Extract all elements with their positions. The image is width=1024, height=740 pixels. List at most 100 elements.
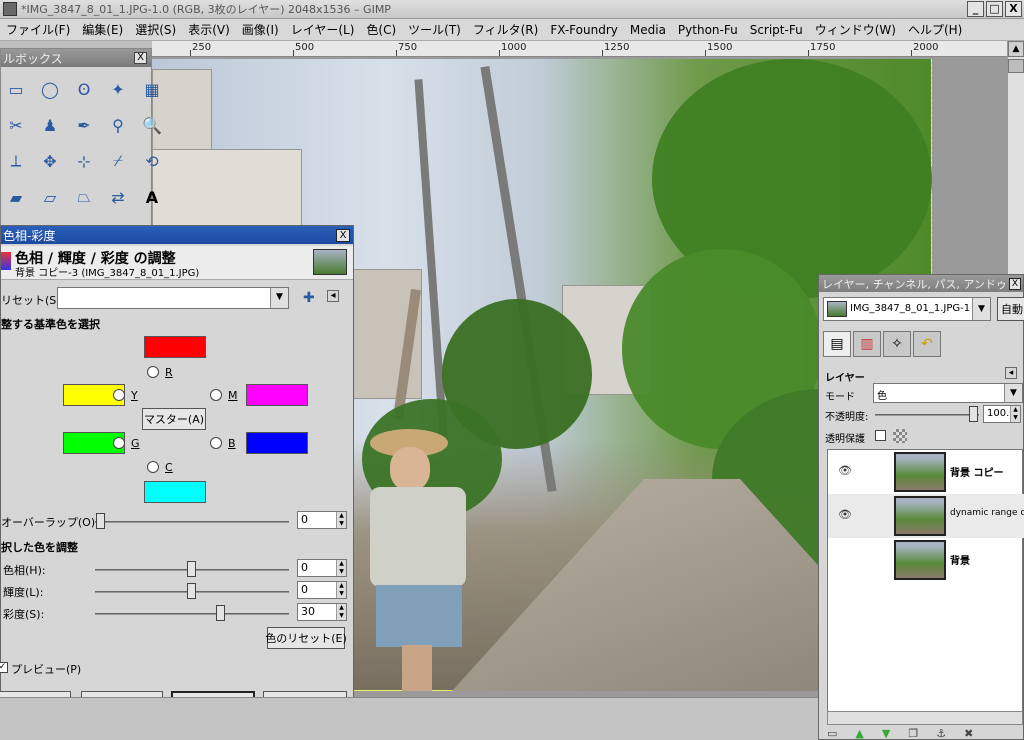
- menu-filters[interactable]: フィルタ(R): [467, 21, 544, 38]
- tab-layers[interactable]: ▤: [823, 331, 851, 357]
- layer-row[interactable]: 👁 背景 コピー: [828, 450, 1024, 494]
- overlap-spinner[interactable]: 0 ▲ ▼: [297, 511, 347, 529]
- layer-row[interactable]: 背景: [828, 538, 1024, 582]
- paths-icon[interactable]: ✒: [69, 109, 99, 141]
- scale-icon[interactable]: ▰: [1, 181, 31, 213]
- opacity-spinner[interactable]: 100.0 ▲ ▼: [983, 405, 1021, 423]
- menu-select[interactable]: 選択(S): [129, 21, 182, 38]
- menu-layer[interactable]: レイヤー(L): [285, 21, 361, 38]
- radio-green[interactable]: [113, 437, 125, 449]
- scroll-up-icon[interactable]: ▲: [1008, 41, 1024, 57]
- rotate-icon[interactable]: ⟲: [137, 145, 167, 177]
- lightness-knob[interactable]: [187, 583, 196, 599]
- menu-file[interactable]: ファイル(F): [0, 21, 76, 38]
- layers-close-icon[interactable]: X: [1009, 277, 1021, 290]
- spin-arrows-icon[interactable]: ▲ ▼: [336, 604, 346, 620]
- menu-python-fu[interactable]: Python-Fu: [672, 23, 744, 37]
- anchor-layer-icon[interactable]: ⚓: [936, 727, 946, 740]
- spin-arrows-icon[interactable]: ▲ ▼: [336, 582, 346, 598]
- shear-icon[interactable]: ▱: [35, 181, 65, 213]
- radio-red[interactable]: [147, 366, 159, 378]
- duplicate-layer-icon[interactable]: ❐: [908, 727, 918, 740]
- crop-icon[interactable]: ⌿: [103, 145, 133, 177]
- menu-script-fu[interactable]: Script-Fu: [744, 23, 809, 37]
- tab-paths[interactable]: ✧: [883, 331, 911, 357]
- opacity-knob[interactable]: [969, 406, 978, 422]
- radio-magenta[interactable]: [210, 389, 222, 401]
- radio-cyan[interactable]: [147, 461, 159, 473]
- preset-combo[interactable]: ▼: [57, 287, 289, 309]
- saturation-spinner[interactable]: 30 ▲ ▼: [297, 603, 347, 621]
- menu-colors[interactable]: 色(C): [360, 21, 402, 38]
- layer-row[interactable]: 👁 dynamic range co: [828, 494, 1024, 538]
- chevron-down-icon[interactable]: ▼: [1004, 384, 1022, 402]
- lock-alpha-checkbox[interactable]: [875, 430, 886, 441]
- auto-button[interactable]: 自動: [997, 297, 1024, 321]
- new-layer-icon[interactable]: ▭: [827, 727, 837, 740]
- spin-arrows-icon[interactable]: ▲ ▼: [336, 512, 346, 528]
- perspective-icon[interactable]: ⏢: [69, 181, 99, 213]
- preset-menu-icon[interactable]: ◂: [327, 290, 339, 302]
- menu-tools[interactable]: ツール(T): [402, 21, 467, 38]
- foreground-select-icon[interactable]: ♟: [35, 109, 65, 141]
- layers-hscrollbar[interactable]: [827, 711, 1023, 725]
- scroll-thumb[interactable]: [1008, 59, 1024, 73]
- mode-combo[interactable]: 色 ▼: [873, 383, 1023, 403]
- menu-image[interactable]: 画像(I): [236, 21, 285, 38]
- dialog-close-icon[interactable]: X: [336, 228, 350, 242]
- menu-media[interactable]: Media: [624, 23, 672, 37]
- minimize-button[interactable]: _: [967, 1, 984, 17]
- maximize-button[interactable]: □: [986, 1, 1003, 17]
- toolbox-close-icon[interactable]: X: [134, 52, 147, 64]
- layers-list[interactable]: 👁 背景 コピー 👁 dynamic range co 背景: [827, 449, 1024, 723]
- text-icon[interactable]: A: [137, 181, 167, 213]
- close-button[interactable]: X: [1005, 1, 1022, 17]
- chevron-down-icon[interactable]: ▼: [972, 298, 990, 320]
- saturation-slider[interactable]: [95, 613, 289, 615]
- color-select-icon[interactable]: ▦: [137, 73, 167, 105]
- zoom-icon[interactable]: 🔍: [137, 109, 167, 141]
- spin-arrows-icon[interactable]: ▲ ▼: [336, 560, 346, 576]
- reset-color-button[interactable]: 色のリセット(E): [265, 627, 347, 649]
- ellipse-select-icon[interactable]: ◯: [35, 73, 65, 105]
- flip-icon[interactable]: ⇄: [103, 181, 133, 213]
- color-picker-icon[interactable]: ⚲: [103, 109, 133, 141]
- eye-icon[interactable]: 👁: [838, 508, 852, 521]
- layers-menu-icon[interactable]: ◂: [1005, 367, 1017, 379]
- tab-channels[interactable]: ▥: [853, 331, 881, 357]
- preview-checkbox[interactable]: ✓: [0, 662, 8, 673]
- radio-yellow[interactable]: [113, 389, 125, 401]
- lightness-spinner[interactable]: 0 ▲ ▼: [297, 581, 347, 599]
- move-icon[interactable]: ✥: [35, 145, 65, 177]
- overlap-knob[interactable]: [96, 513, 105, 529]
- menu-edit[interactable]: 編集(E): [76, 21, 129, 38]
- delete-layer-icon[interactable]: ✖: [964, 727, 973, 740]
- raise-layer-icon[interactable]: ▲: [855, 727, 863, 740]
- fuzzy-select-icon[interactable]: ✦: [103, 73, 133, 105]
- menu-view[interactable]: 表示(V): [182, 21, 236, 38]
- scissors-icon[interactable]: ✂: [1, 109, 31, 141]
- radio-blue[interactable]: [210, 437, 222, 449]
- measure-icon[interactable]: ⟂: [1, 145, 31, 177]
- spin-arrows-icon[interactable]: ▲ ▼: [1010, 406, 1020, 422]
- menu-windows[interactable]: ウィンドウ(W): [809, 21, 902, 38]
- hue-knob[interactable]: [187, 561, 196, 577]
- tab-undo[interactable]: ↶: [913, 331, 941, 357]
- lower-layer-icon[interactable]: ▼: [882, 727, 890, 740]
- menu-help[interactable]: ヘルプ(H): [902, 21, 968, 38]
- menu-fx-foundry[interactable]: FX-Foundry: [544, 23, 624, 37]
- overlap-slider[interactable]: [95, 521, 289, 523]
- align-icon[interactable]: ⊹: [69, 145, 99, 177]
- hue-spinner[interactable]: 0 ▲ ▼: [297, 559, 347, 577]
- master-button[interactable]: マスター(A): [142, 408, 206, 430]
- chevron-down-icon[interactable]: ▼: [270, 288, 288, 308]
- lasso-icon[interactable]: ʘ: [69, 73, 99, 105]
- vertical-scrollbar[interactable]: ▲: [1007, 41, 1024, 291]
- opacity-slider[interactable]: [875, 414, 979, 416]
- eye-icon[interactable]: 👁: [838, 464, 852, 477]
- image-combo[interactable]: IMG_3847_8_01_1.JPG-1 ▼: [823, 297, 991, 321]
- add-preset-icon[interactable]: ✚: [303, 290, 315, 306]
- saturation-knob[interactable]: [216, 605, 225, 621]
- mode-label: モード: [825, 392, 855, 403]
- rect-select-icon[interactable]: ▭: [1, 73, 31, 105]
